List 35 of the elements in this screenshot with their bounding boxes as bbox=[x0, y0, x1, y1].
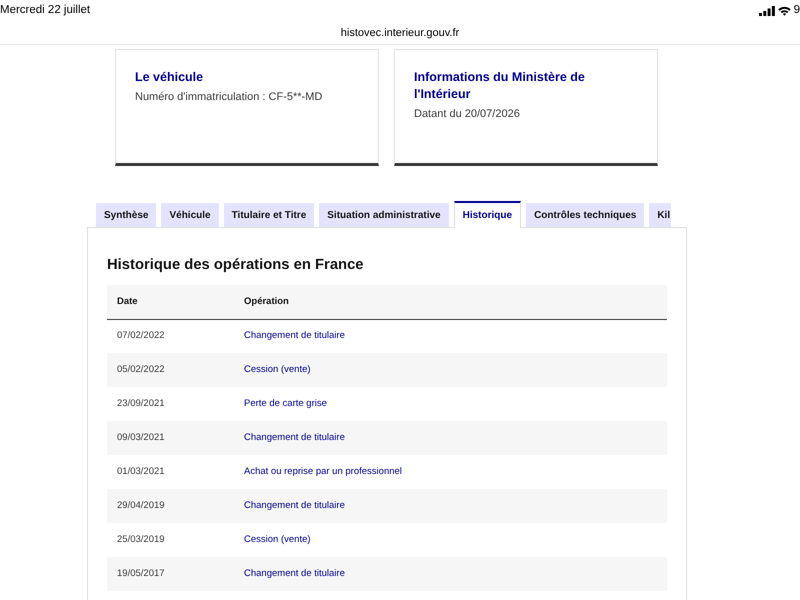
card-text: Numéro d'immatriculation : CF-5**-MD bbox=[135, 90, 324, 105]
operation-text: Cession (vente) bbox=[244, 534, 311, 545]
wifi-icon bbox=[778, 6, 791, 16]
tab[interactable]: Titulaire et Titre bbox=[224, 203, 314, 227]
signal-icon bbox=[758, 6, 775, 16]
date-text: 29/04/2019 bbox=[117, 500, 165, 511]
date-text: 25/03/2019 bbox=[117, 534, 165, 545]
tab[interactable]: Synthèse bbox=[96, 203, 156, 227]
operation-text: Changement de titulaire bbox=[244, 432, 345, 443]
battery-percent: 9 bbox=[794, 3, 800, 18]
tab[interactable]: Situation administrative bbox=[319, 203, 449, 227]
column-header: Date bbox=[107, 285, 234, 319]
address-url[interactable]: histovec.interieur.gouv.fr bbox=[340, 24, 460, 42]
operation-text: Cession (vente) bbox=[244, 364, 311, 375]
tab[interactable]: Historique bbox=[454, 201, 522, 228]
card-text: Datant du 20/07/2026 bbox=[414, 107, 521, 122]
operation-text: Achat ou reprise par un professionnel bbox=[244, 466, 402, 477]
status-date: Mercredi 22 juillet bbox=[0, 3, 90, 18]
date-text: 05/02/2022 bbox=[117, 364, 165, 375]
tab[interactable]: Contrôles techniques bbox=[526, 203, 644, 227]
card-title: Informations du Ministère de l'Intérieur bbox=[414, 69, 586, 103]
operation-text: Changement de titulaire bbox=[244, 330, 345, 342]
date-text: 19/05/2017 bbox=[117, 568, 165, 579]
tab[interactable]: Kil bbox=[649, 203, 672, 227]
tab[interactable]: Véhicule bbox=[161, 203, 219, 227]
operation-text: Perte de carte grise bbox=[244, 398, 327, 409]
date-text: 07/02/2022 bbox=[117, 330, 165, 342]
date-text: 23/09/2021 bbox=[117, 398, 165, 409]
date-text: 09/03/2021 bbox=[117, 432, 165, 443]
operation-text: Changement de titulaire bbox=[244, 500, 345, 511]
column-header: Opération bbox=[234, 285, 667, 319]
operation-text: Changement de titulaire bbox=[244, 568, 345, 579]
date-text: 01/03/2021 bbox=[117, 466, 165, 477]
card-title: Le véhicule bbox=[135, 69, 204, 86]
section-heading: Historique des opérations en France bbox=[107, 256, 365, 275]
